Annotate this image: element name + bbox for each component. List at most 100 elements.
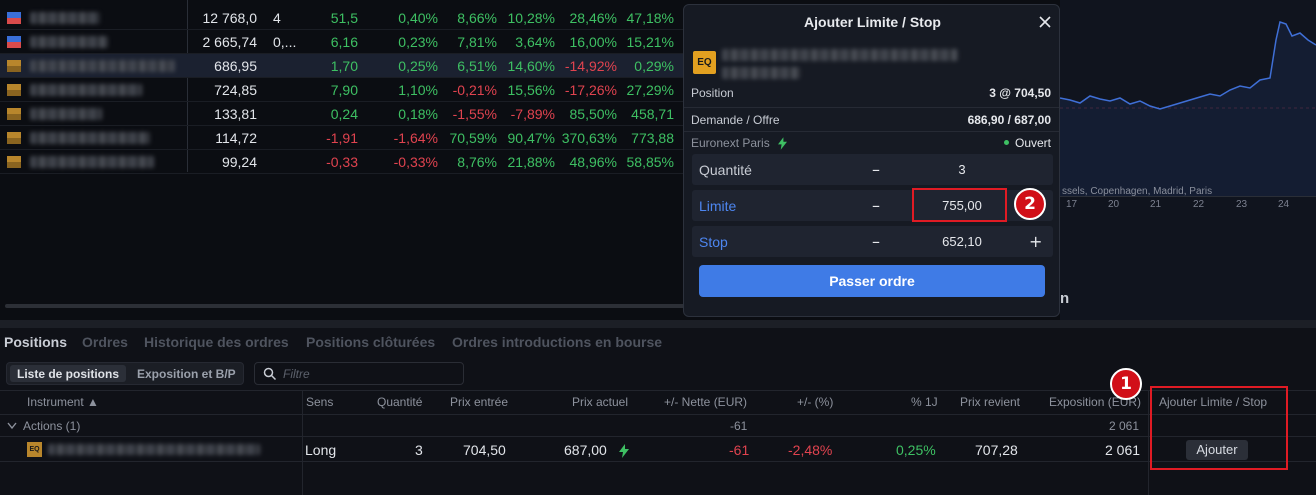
axis-label: 21 bbox=[1150, 199, 1162, 210]
col-pct[interactable]: +/- (%) bbox=[797, 395, 833, 409]
row-price: 99,24 bbox=[221, 154, 257, 170]
row-sens: Long bbox=[305, 442, 337, 458]
divider bbox=[684, 107, 1059, 108]
search-icon bbox=[263, 367, 277, 381]
tab-historique[interactable]: Historique des ordres bbox=[144, 334, 289, 350]
market-status: Ouvert bbox=[1014, 136, 1051, 150]
watchlist-row[interactable]: 686,95 1,70 0,25% 6,51% 14,60% -14,92% 0,29% bbox=[0, 54, 685, 78]
watchlist-row[interactable]: 114,72 -1,91 -1,64% 70,59% 90,47% 370,63% 773,… bbox=[0, 126, 685, 150]
lightning-icon bbox=[619, 444, 629, 458]
chart-caption-fragment: n bbox=[1060, 290, 1070, 307]
row-perf-4: 27,29% bbox=[626, 82, 674, 98]
row-perf-3: 370,63% bbox=[561, 130, 617, 146]
row-perf-2: 10,28% bbox=[507, 10, 555, 26]
price-chart[interactable]: ssels, Copenhagen, Madrid, Paris 17 20 2… bbox=[1060, 0, 1316, 320]
step-badge-1: 1 bbox=[1110, 368, 1142, 400]
highlight-limit-input bbox=[912, 188, 1007, 222]
step-badge-2: 2 bbox=[1014, 188, 1046, 220]
col-instrument[interactable]: Instrument ▲ bbox=[27, 395, 99, 409]
row-perf-1: 8,76% bbox=[457, 154, 497, 170]
row-pct1j: 0,25% bbox=[896, 442, 936, 458]
row-perf-4: 15,21% bbox=[626, 34, 674, 50]
row-perf-2: 3,64% bbox=[515, 34, 555, 50]
tab-ordres[interactable]: Ordres bbox=[82, 334, 128, 350]
positions-panel: Positions Ordres Historique des ordres P… bbox=[0, 328, 1316, 495]
chart-area bbox=[1060, 22, 1316, 196]
watchlist-row[interactable]: 99,24 -0,33 -0,33% 8,76% 21,88% 48,96% 58,85% bbox=[0, 150, 685, 174]
quantity-decrement-button[interactable]: – bbox=[872, 160, 880, 179]
row-divider bbox=[0, 461, 1316, 462]
close-icon[interactable] bbox=[1036, 13, 1054, 31]
instrument-name-redacted bbox=[30, 12, 100, 24]
status-dot-icon bbox=[1004, 140, 1009, 145]
row-perf-2: 21,88% bbox=[507, 154, 555, 170]
stop-increment-button[interactable]: + bbox=[1029, 232, 1042, 251]
position-value: 3 @ 704,50 bbox=[989, 86, 1051, 100]
bid-ask-label: Demande / Offre bbox=[691, 113, 780, 127]
bid-ask-value: 686,90 / 687,00 bbox=[967, 113, 1051, 127]
row-pct: -2,48% bbox=[788, 442, 833, 458]
col-prix-entree[interactable]: Prix entrée bbox=[450, 395, 508, 409]
tab-positions[interactable]: Positions bbox=[4, 334, 67, 350]
row-perf-1: -0,21% bbox=[452, 82, 497, 98]
row-perf-2: 90,47% bbox=[507, 130, 555, 146]
row-perf-1: 7,81% bbox=[457, 34, 497, 50]
exchange-name: Euronext Paris bbox=[691, 136, 770, 150]
group-divider bbox=[0, 436, 1316, 437]
group-exposition: 2 061 bbox=[1109, 419, 1140, 433]
col-sens[interactable]: Sens bbox=[306, 395, 333, 409]
col-pct1j[interactable]: % 1J bbox=[911, 395, 938, 409]
place-order-button[interactable]: Passer ordre bbox=[699, 265, 1045, 297]
row-perf-1: -1,55% bbox=[452, 106, 497, 122]
quantity-value[interactable]: 3 bbox=[902, 162, 1022, 177]
col-nette[interactable]: +/- Nette (EUR) bbox=[664, 395, 747, 409]
flag-icon bbox=[7, 84, 21, 96]
header-divider bbox=[0, 414, 1316, 415]
panel-separator[interactable] bbox=[0, 320, 1316, 328]
row-prix-actuel: 687,00 bbox=[564, 442, 607, 458]
lightning-icon bbox=[778, 137, 787, 150]
column-divider bbox=[1148, 390, 1149, 495]
tab-ordres-ipo[interactable]: Ordres introductions en bourse bbox=[452, 334, 662, 350]
col-quantite[interactable]: Quantité bbox=[377, 395, 422, 409]
instrument-name-redacted bbox=[48, 444, 260, 455]
instrument-name-redacted bbox=[30, 60, 175, 72]
row-qty: 0,... bbox=[273, 34, 297, 50]
filter-input[interactable] bbox=[283, 366, 453, 382]
row-change: 1,70 bbox=[330, 58, 358, 74]
row-change: 6,16 bbox=[330, 34, 358, 50]
chevron-down-icon[interactable] bbox=[7, 422, 17, 430]
tab-positions-cloturees[interactable]: Positions clôturées bbox=[306, 334, 435, 350]
watchlist-row[interactable]: 2 665,74 0,... 6,16 0,23% 7,81% 3,64% 16,00% 15… bbox=[0, 30, 685, 54]
row-perf-2: 14,60% bbox=[507, 58, 555, 74]
limit-label: Limite bbox=[699, 198, 737, 214]
row-perf-3: -17,26% bbox=[564, 82, 617, 98]
row-price: 12 768,0 bbox=[202, 10, 258, 26]
segment-exposition[interactable]: Exposition et B/P bbox=[137, 367, 236, 381]
col-prix-revient[interactable]: Prix revient bbox=[960, 395, 1020, 409]
segment-liste-positions[interactable]: Liste de positions bbox=[10, 365, 127, 382]
instrument-name-redacted bbox=[30, 84, 142, 96]
axis-label: 24 bbox=[1278, 199, 1290, 210]
highlight-ajouter-column bbox=[1150, 386, 1288, 470]
col-prix-actuel[interactable]: Prix actuel bbox=[572, 395, 628, 409]
watchlist-row[interactable]: 12 768,0 4 51,5 0,40% 8,66% 10,28% 28,46% 47,18… bbox=[0, 6, 685, 30]
limit-decrement-button[interactable]: – bbox=[872, 196, 880, 215]
row-perf-3: 85,50% bbox=[569, 106, 617, 122]
axis-label: 23 bbox=[1236, 199, 1248, 210]
position-label: Position bbox=[691, 86, 734, 100]
watchlist-row[interactable]: 133,81 0,24 0,18% -1,55% -7,89% 85,50% 458,71 bbox=[0, 102, 685, 126]
group-nette: -61 bbox=[730, 419, 748, 433]
add-limit-stop-dialog: Ajouter Limite / Stop EQ Position 3 @ 70… bbox=[683, 4, 1060, 317]
stop-decrement-button[interactable]: – bbox=[872, 232, 880, 251]
filter-box[interactable] bbox=[254, 362, 464, 385]
row-price: 114,72 bbox=[215, 130, 257, 146]
watchlist-row[interactable]: 724,85 7,90 1,10% -0,21% 15,56% -17,26% 27,29% bbox=[0, 78, 685, 102]
row-perf-4: 0,29% bbox=[634, 58, 674, 74]
axis-label: 22 bbox=[1193, 199, 1205, 210]
row-change: 51,5 bbox=[330, 10, 358, 26]
row-quantite: 3 bbox=[415, 442, 423, 458]
stop-value-input[interactable]: 652,10 bbox=[902, 234, 1022, 249]
horizontal-scrollbar[interactable] bbox=[5, 304, 685, 308]
flag-icon bbox=[7, 36, 21, 48]
